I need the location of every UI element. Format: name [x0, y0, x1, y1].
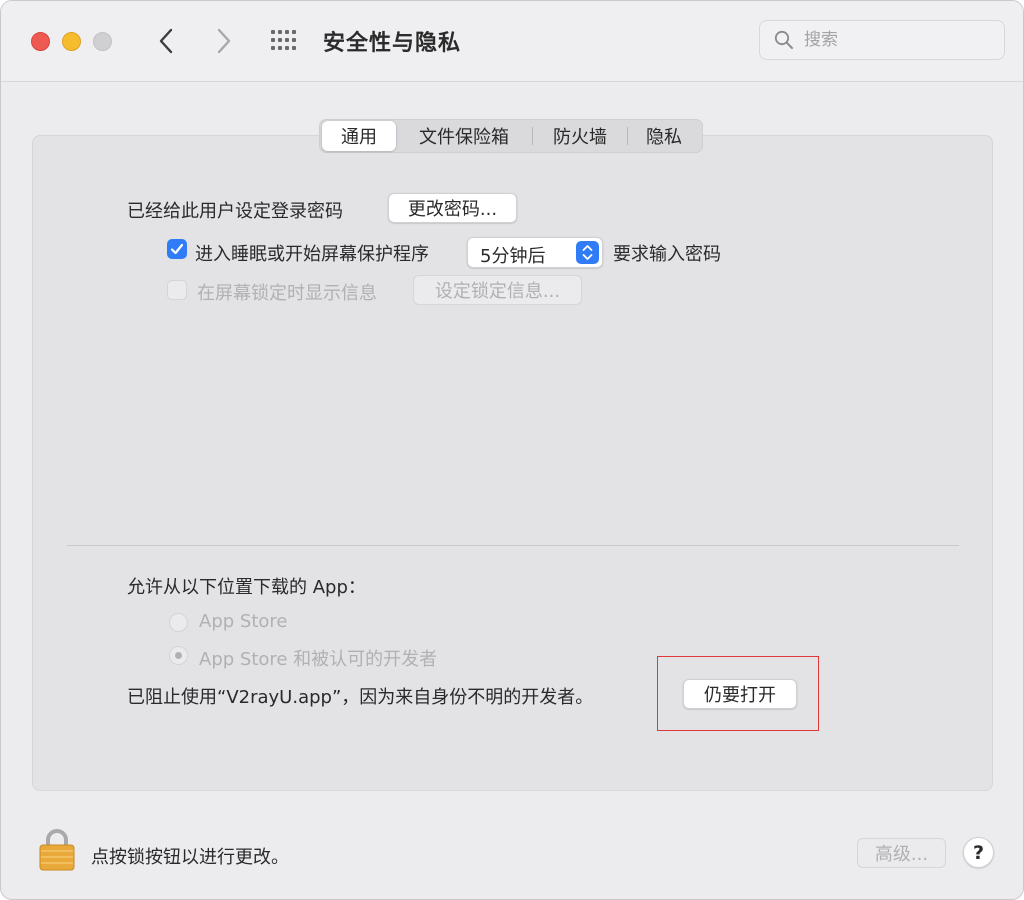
highlight-box: [657, 656, 819, 731]
require-password-label: 进入睡眠或开始屏幕保护程序: [195, 244, 429, 265]
show-all-grid-button[interactable]: [269, 28, 303, 54]
preferences-window: 安全性与隐私 通用 文件保险箱 防火墙 隐私 已经给此用户设定登录密码 更改密码…: [0, 0, 1024, 900]
downloads-heading: 允许从以下位置下载的 App：: [127, 577, 366, 598]
tab-filevault[interactable]: 文件保险箱: [396, 121, 532, 151]
help-button[interactable]: ?: [963, 837, 994, 868]
radio-app-store-identified[interactable]: [169, 646, 188, 665]
set-lock-message-button[interactable]: 设定锁定信息...: [413, 275, 582, 305]
tab-privacy[interactable]: 隐私: [628, 121, 700, 151]
radio-app-store[interactable]: [169, 613, 188, 632]
checkmark-icon: [170, 243, 184, 255]
password-delay-select[interactable]: 5分钟后: [467, 237, 603, 268]
tab-bar: 通用 文件保险箱 防火墙 隐私: [319, 119, 703, 153]
advanced-button[interactable]: 高级...: [857, 838, 946, 868]
updown-chevron-icon: [576, 241, 599, 264]
minimize-window-button[interactable]: [62, 32, 81, 51]
close-window-button[interactable]: [31, 32, 50, 51]
show-lock-message-checkbox[interactable]: [167, 280, 187, 300]
password-set-label: 已经给此用户设定登录密码: [127, 201, 343, 222]
tab-general[interactable]: 通用: [322, 121, 396, 151]
search-field[interactable]: [759, 20, 1005, 60]
show-lock-message-label: 在屏幕锁定时显示信息: [197, 283, 377, 304]
radio-app-store-label: App Store: [199, 611, 288, 632]
change-password-button[interactable]: 更改密码...: [388, 193, 517, 223]
window-title: 安全性与隐私: [323, 31, 462, 56]
search-input[interactable]: [802, 29, 986, 51]
blocked-app-message: 已阻止使用“V2rayU.app”，因为来自身份不明的开发者。: [127, 687, 594, 708]
zoom-window-button[interactable]: [93, 32, 112, 51]
password-delay-value: 5分钟后: [480, 246, 546, 267]
require-password-suffix: 要求输入密码: [613, 244, 721, 265]
padlock-icon[interactable]: [39, 827, 75, 871]
require-password-checkbox[interactable]: [167, 239, 187, 259]
forward-button[interactable]: [209, 25, 239, 57]
chevron-left-icon: [159, 28, 173, 54]
radio-app-store-identified-label: App Store 和被认可的开发者: [199, 649, 438, 670]
lock-hint-text: 点按锁按钮以进行更改。: [91, 847, 289, 868]
tab-firewall[interactable]: 防火墙: [533, 121, 627, 151]
back-button[interactable]: [151, 25, 181, 57]
section-divider: [67, 545, 959, 546]
search-icon: [774, 30, 793, 49]
title-bar: 安全性与隐私: [1, 1, 1023, 82]
chevron-right-icon: [217, 28, 231, 54]
